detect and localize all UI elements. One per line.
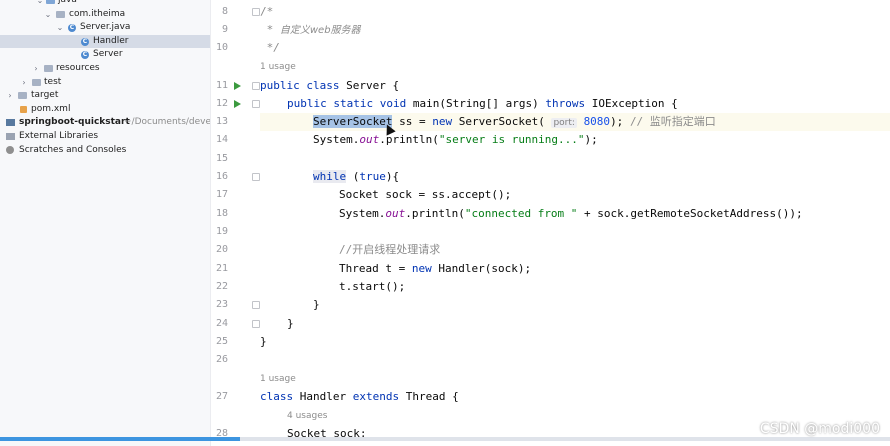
class-icon: C (81, 37, 89, 46)
line-number: 24 (215, 317, 228, 329)
line-number: 19 (215, 226, 228, 237)
code-line-16: while (true){ (313, 170, 400, 183)
line-number: 22 (215, 281, 228, 292)
tree-item-test[interactable]: › test (0, 76, 210, 90)
code-line-22: t.start(); (339, 280, 406, 293)
code-line-12: public static void main(String[] args) t… (287, 96, 678, 110)
code-line-11: public class Server { (260, 78, 400, 92)
code-line-9: * 自定义web服务器 (260, 23, 361, 36)
code-line-20: //开启线程处理请求 (339, 243, 441, 256)
selected-text[interactable]: ServerSocket (313, 115, 393, 128)
fold-icon[interactable] (252, 301, 260, 309)
folder-icon (32, 78, 41, 86)
code-line-10: */ (260, 41, 280, 54)
code-line-25: } (260, 335, 267, 348)
code-line-13: ServerSocket ss = new ServerSocket( port… (313, 115, 716, 128)
fold-icon[interactable] (252, 319, 260, 328)
video-progress-track[interactable] (240, 437, 890, 441)
code-line-24: } (287, 316, 294, 330)
tree-item-pom[interactable]: pom.xml (0, 103, 210, 117)
chevron-down-icon[interactable]: ⌄ (56, 21, 64, 35)
line-number: 8 (221, 6, 228, 17)
project-tree: ⌄ java ⌄ com.itheima ⌄ C Server.java C H… (0, 0, 210, 446)
tree-item-external-libraries[interactable]: External Libraries (0, 130, 210, 144)
fold-icon[interactable] (252, 99, 260, 108)
tree-item-module[interactable]: springboot-quickstart ~/Documents/develo (0, 116, 210, 130)
line-number: 11 (215, 79, 228, 91)
chevron-right-icon[interactable]: › (32, 62, 40, 76)
usage-hint[interactable]: 1 usage (260, 370, 296, 388)
fold-icon[interactable] (252, 81, 260, 90)
line-number: 9 (221, 24, 228, 35)
video-progress-bar[interactable] (0, 437, 240, 441)
code-line-21: Thread t = new Handler(sock); (339, 261, 532, 275)
code-line-27: class Handler extends Thread { (260, 390, 459, 403)
line-number: 16 (215, 171, 228, 182)
line-number: 10 (215, 42, 228, 53)
run-icon[interactable] (234, 99, 241, 108)
tree-item-resources[interactable]: › resources (0, 62, 210, 76)
tree-item-package[interactable]: ⌄ com.itheima (0, 8, 210, 22)
line-number: 12 (215, 97, 228, 109)
code-editor[interactable]: /* * 自定义web服务器 */ 1 usage public class S… (260, 0, 890, 446)
line-number: 21 (215, 262, 228, 274)
fold-icon[interactable] (252, 173, 260, 181)
scratches-icon (6, 146, 14, 155)
xml-file-icon (20, 105, 27, 113)
module-icon (6, 119, 15, 127)
run-icon[interactable] (234, 81, 241, 90)
line-number: 17 (215, 189, 228, 200)
usage-hint[interactable]: 1 usage (260, 58, 296, 76)
package-icon (56, 10, 65, 18)
line-number: 18 (215, 207, 228, 219)
chevron-down-icon[interactable]: ⌄ (44, 8, 52, 22)
tree-item-target[interactable]: › target (0, 89, 210, 103)
code-line-14: System.out.println("server is running...… (313, 133, 598, 146)
chevron-right-icon[interactable]: › (6, 89, 14, 103)
code-line-18: System.out.println("connected from " + s… (339, 206, 803, 220)
line-number: 26 (215, 354, 228, 365)
line-number: 13 (215, 116, 228, 127)
tree-item-scratches[interactable]: Scratches and Consoles (0, 144, 210, 158)
line-number: 15 (215, 152, 228, 164)
line-number: 14 (215, 134, 228, 145)
parameter-hint: port: (551, 118, 577, 128)
library-icon (6, 133, 15, 140)
class-icon: C (81, 51, 89, 60)
code-line-23: } (313, 298, 320, 311)
folder-icon (44, 65, 53, 72)
tree-item-handler[interactable]: C Handler (0, 34, 210, 49)
tree-item-server-java[interactable]: ⌄ C Server.java (0, 21, 210, 35)
tree-item-java[interactable]: ⌄ java (0, 0, 210, 8)
chevron-down-icon[interactable]: ⌄ (36, 0, 44, 8)
fold-icon[interactable] (252, 8, 260, 16)
line-number: 23 (215, 299, 228, 310)
code-line-8: /* (260, 5, 274, 18)
line-number: 27 (215, 391, 228, 402)
folder-icon (18, 92, 27, 100)
folder-icon (46, 0, 55, 4)
watermark: CSDN @modi000 (759, 421, 880, 437)
line-number: 20 (215, 244, 228, 255)
java-file-icon: C (68, 23, 76, 32)
chevron-right-icon[interactable]: › (20, 76, 28, 90)
usage-hint[interactable]: 4 usages (287, 407, 327, 425)
tree-item-server[interactable]: C Server (0, 48, 210, 62)
code-line-17: Socket sock = ss.accept(); (339, 188, 512, 201)
line-number: 25 (215, 336, 228, 347)
